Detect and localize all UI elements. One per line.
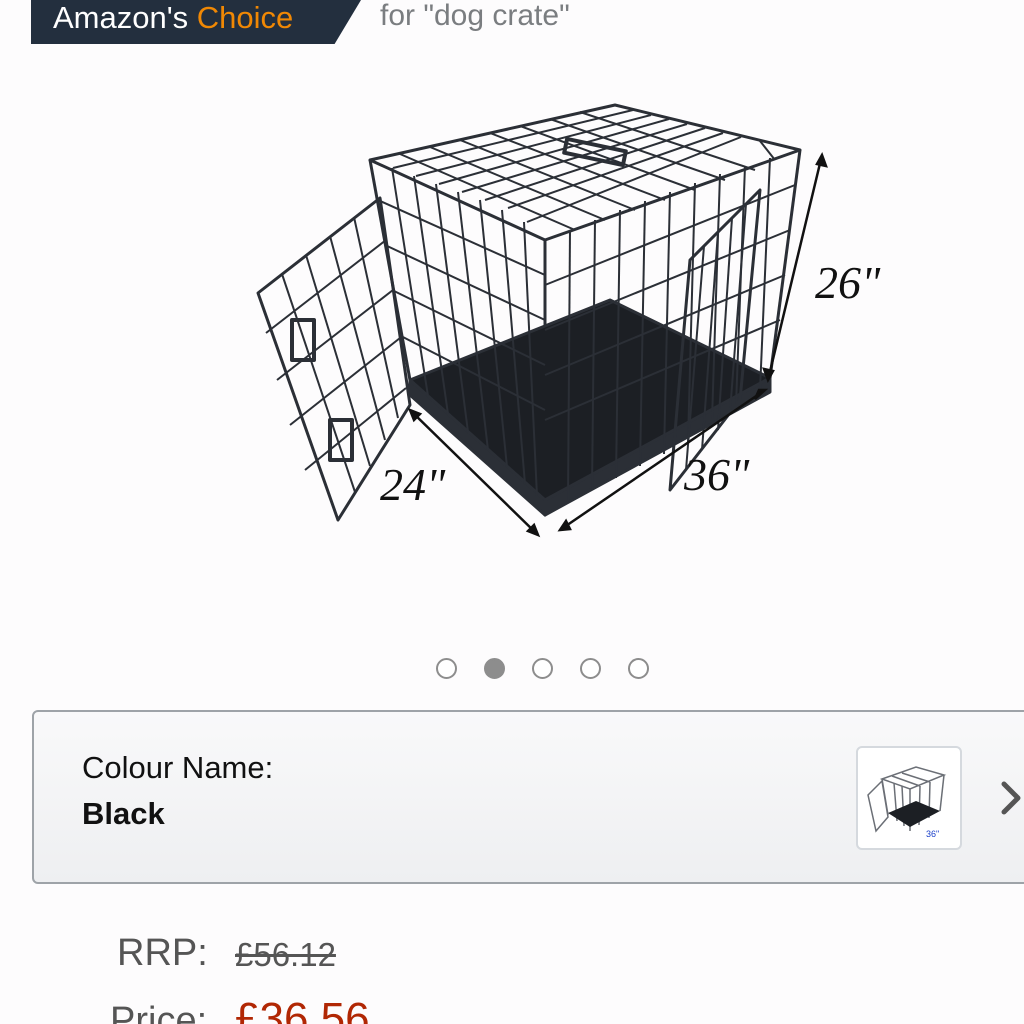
badge-accent: Choice xyxy=(196,0,294,35)
image-carousel-dots xyxy=(436,658,649,679)
carousel-dot-1[interactable] xyxy=(436,658,457,679)
product-image[interactable] xyxy=(230,85,910,575)
dimension-height-label: 26" xyxy=(815,257,881,308)
carousel-dot-3[interactable] xyxy=(532,658,553,679)
badge-prefix: Amazon's xyxy=(53,0,189,35)
carousel-dot-5[interactable] xyxy=(628,658,649,679)
dimension-length-label: 36" xyxy=(684,449,750,500)
rrp-label: RRP: xyxy=(117,932,208,974)
carousel-dot-2[interactable] xyxy=(484,658,505,679)
swatch-caption: 36" xyxy=(926,829,939,839)
price-value: £36.56 xyxy=(235,994,370,1024)
colour-name-label: Colour Name: xyxy=(82,750,274,785)
badge-query: for "dog crate" xyxy=(380,0,570,32)
swatch-crate-image: 36" xyxy=(867,766,947,839)
colour-selector[interactable]: Colour Name: Black 36" xyxy=(32,710,1024,884)
colour-name-value: Black xyxy=(82,796,165,831)
amazons-choice-badge[interactable]: Amazon's Choice xyxy=(31,0,361,44)
dimension-width-label: 24" xyxy=(380,459,446,510)
colour-swatch-thumbnail[interactable]: 36" xyxy=(856,746,962,850)
product-page: Amazon's Choice for "dog crate" 24" 36" … xyxy=(0,0,1024,1024)
carousel-dot-4[interactable] xyxy=(580,658,601,679)
badge-text: Amazon's Choice xyxy=(53,0,293,40)
price-label: Price: xyxy=(110,1000,208,1024)
chevron-right-icon[interactable] xyxy=(994,778,1024,818)
rrp-value: £56.12 xyxy=(235,936,336,973)
